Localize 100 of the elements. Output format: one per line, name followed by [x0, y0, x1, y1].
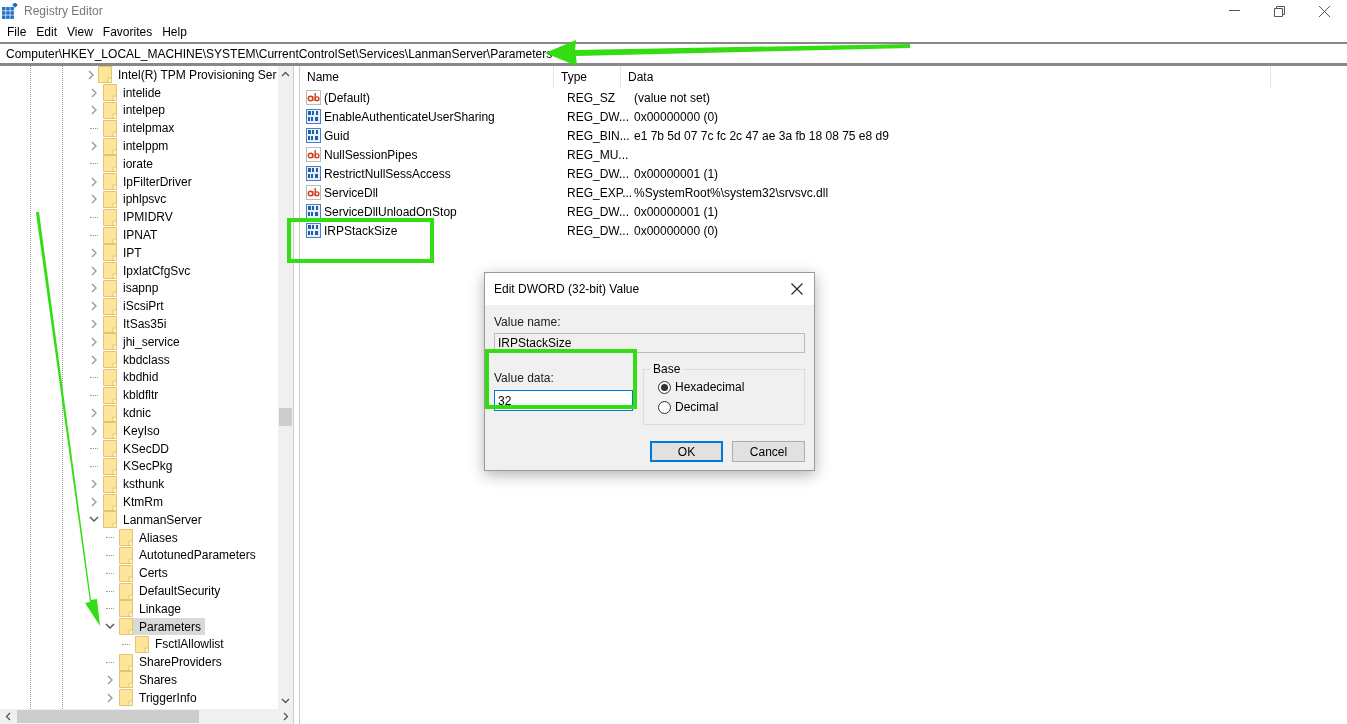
tree-item[interactable]: kbldfltr — [103, 386, 163, 404]
value-name[interactable]: NullSessionPipes — [324, 147, 418, 162]
tree-item[interactable]: Intel(R) TPM Provisioning Ser — [98, 66, 278, 84]
folder-icon — [103, 262, 117, 280]
folder-icon — [103, 422, 117, 440]
dialog-button[interactable]: Cancel — [732, 441, 805, 462]
string-value-icon — [306, 147, 321, 162]
value-name[interactable]: Guid — [324, 128, 350, 143]
registry-app-icon — [2, 3, 18, 19]
folder-icon — [103, 511, 117, 529]
tree-item[interactable]: intelide — [103, 84, 166, 102]
expand-chevron-icon[interactable] — [90, 408, 98, 419]
tree-item[interactable]: TriggerInfo — [119, 689, 201, 707]
value-data: (value not set) — [633, 90, 712, 105]
scrollbar-thumb[interactable] — [17, 710, 199, 723]
expand-chevron-icon[interactable] — [88, 69, 95, 80]
tree-item[interactable]: IpxlatCfgSvc — [103, 262, 195, 280]
expand-chevron-icon[interactable] — [90, 247, 98, 258]
tree-item[interactable]: KeyIso — [103, 422, 164, 440]
tree-item[interactable]: iphlpsvc — [103, 190, 171, 208]
expand-chevron-icon[interactable] — [90, 479, 98, 490]
radio-label[interactable]: Decimal — [675, 400, 719, 414]
menu-item[interactable]: Edit — [31, 23, 63, 41]
value-name[interactable]: RestrictNullSessAccess — [324, 166, 451, 181]
expand-chevron-icon[interactable] — [90, 105, 98, 116]
tree-item[interactable]: DefaultSecurity — [119, 582, 225, 600]
expand-chevron-icon[interactable] — [90, 176, 98, 187]
address-bar[interactable]: Computer\HKEY_LOCAL_MACHINE\SYSTEM\CurrentControlSet\Services\LanmanServer\Parameters — [0, 42, 1347, 66]
tree-item[interactable]: LanmanServer — [103, 511, 206, 529]
value-name[interactable]: EnableAuthenticateUserSharing — [324, 109, 495, 124]
collapse-chevron-icon[interactable] — [89, 516, 99, 524]
tree-item[interactable]: iScsiPrt — [103, 297, 168, 315]
tree-item[interactable]: KSecPkg — [103, 457, 177, 475]
folder-icon — [103, 351, 117, 369]
tree-item[interactable]: Aliases — [119, 529, 182, 547]
radio-label[interactable]: Hexadecimal — [675, 380, 745, 394]
expand-chevron-icon[interactable] — [90, 319, 98, 330]
radio-button[interactable] — [658, 400, 671, 414]
tree-item[interactable]: IPT — [103, 244, 146, 262]
tree-item[interactable]: intelpmax — [103, 119, 179, 137]
tree-item[interactable]: Parameters — [119, 618, 206, 636]
window-title: Registry Editor — [24, 4, 103, 18]
tree-item[interactable]: isapnp — [103, 279, 163, 297]
string-value-icon — [306, 185, 321, 200]
expand-chevron-icon[interactable] — [106, 692, 114, 703]
tree-item[interactable]: IPMIDRV — [103, 208, 177, 226]
expand-chevron-icon[interactable] — [90, 194, 98, 205]
radio-button[interactable] — [658, 380, 671, 394]
value-name[interactable]: IRPStackSize — [324, 223, 398, 238]
value-name[interactable]: (Default) — [324, 90, 370, 105]
expand-chevron-icon[interactable] — [90, 301, 98, 312]
tree-item[interactable]: FsctlAllowlist — [135, 635, 228, 653]
expand-chevron-icon[interactable] — [90, 354, 98, 365]
tree-item[interactable]: ItSas35i — [103, 315, 171, 333]
tree-item[interactable]: KSecDD — [103, 440, 173, 458]
tree-item[interactable]: Shares — [119, 671, 182, 689]
tree-item[interactable]: IPNAT — [103, 226, 162, 244]
expand-chevron-icon[interactable] — [90, 497, 98, 507]
tree-item[interactable]: kbdhid — [103, 368, 163, 386]
tree-item[interactable]: ShareProviders — [119, 653, 226, 671]
value-name-field[interactable]: IRPStackSize — [494, 333, 805, 353]
dialog-title: Edit DWORD (32-bit) Value — [494, 282, 640, 296]
value-data: 0x00000000 (0) — [633, 109, 720, 124]
restore-icon — [1274, 5, 1285, 17]
menu-item[interactable]: Favorites — [97, 23, 158, 41]
tree-item[interactable]: IpFilterDriver — [103, 173, 196, 191]
folder-icon — [119, 671, 133, 689]
tree-item[interactable]: intelppm — [103, 137, 173, 155]
string-value-icon — [306, 90, 321, 105]
tree-item[interactable]: kdnic — [103, 404, 155, 422]
menu-item[interactable]: File — [2, 23, 32, 41]
binary-value-icon — [306, 204, 321, 219]
tree-item[interactable]: Certs — [119, 564, 172, 582]
menu-item[interactable]: View — [62, 23, 98, 41]
value-data: e1 7b 5d 07 7c fc 2c 47 ae 3a fb 18 08 75 e8 d9 — [633, 128, 890, 143]
expand-chevron-icon[interactable] — [90, 141, 98, 152]
close-icon — [1319, 5, 1330, 17]
tree-item[interactable]: AutotunedParameters — [119, 546, 260, 564]
column-header[interactable]: Type — [554, 66, 621, 88]
value-name[interactable]: ServiceDll — [324, 185, 378, 200]
expand-chevron-icon[interactable] — [106, 675, 114, 685]
tree-item[interactable]: Linkage — [119, 600, 186, 618]
expand-chevron-icon[interactable] — [90, 425, 98, 436]
tree-item[interactable]: ksthunk — [103, 475, 169, 493]
expand-chevron-icon[interactable] — [90, 336, 98, 347]
tree-item[interactable]: iorate — [103, 155, 158, 173]
column-header[interactable]: Name — [300, 66, 554, 88]
collapse-chevron-icon[interactable] — [105, 623, 115, 631]
tree-item[interactable]: jhi_service — [103, 333, 184, 351]
value-name[interactable]: ServiceDllUnloadOnStop — [324, 204, 457, 219]
tree-item[interactable]: intelpep — [103, 102, 170, 119]
expand-chevron-icon[interactable] — [90, 265, 98, 276]
expand-chevron-icon[interactable] — [90, 87, 98, 98]
scrollbar-thumb[interactable] — [279, 408, 292, 426]
expand-chevron-icon[interactable] — [90, 283, 98, 294]
tree-item[interactable]: KtmRm — [103, 493, 167, 511]
tree-item[interactable]: kbdclass — [103, 351, 174, 369]
dialog-button[interactable]: OK — [650, 441, 723, 462]
column-header[interactable]: Data — [621, 66, 1271, 88]
menu-item[interactable]: Help — [157, 23, 192, 41]
